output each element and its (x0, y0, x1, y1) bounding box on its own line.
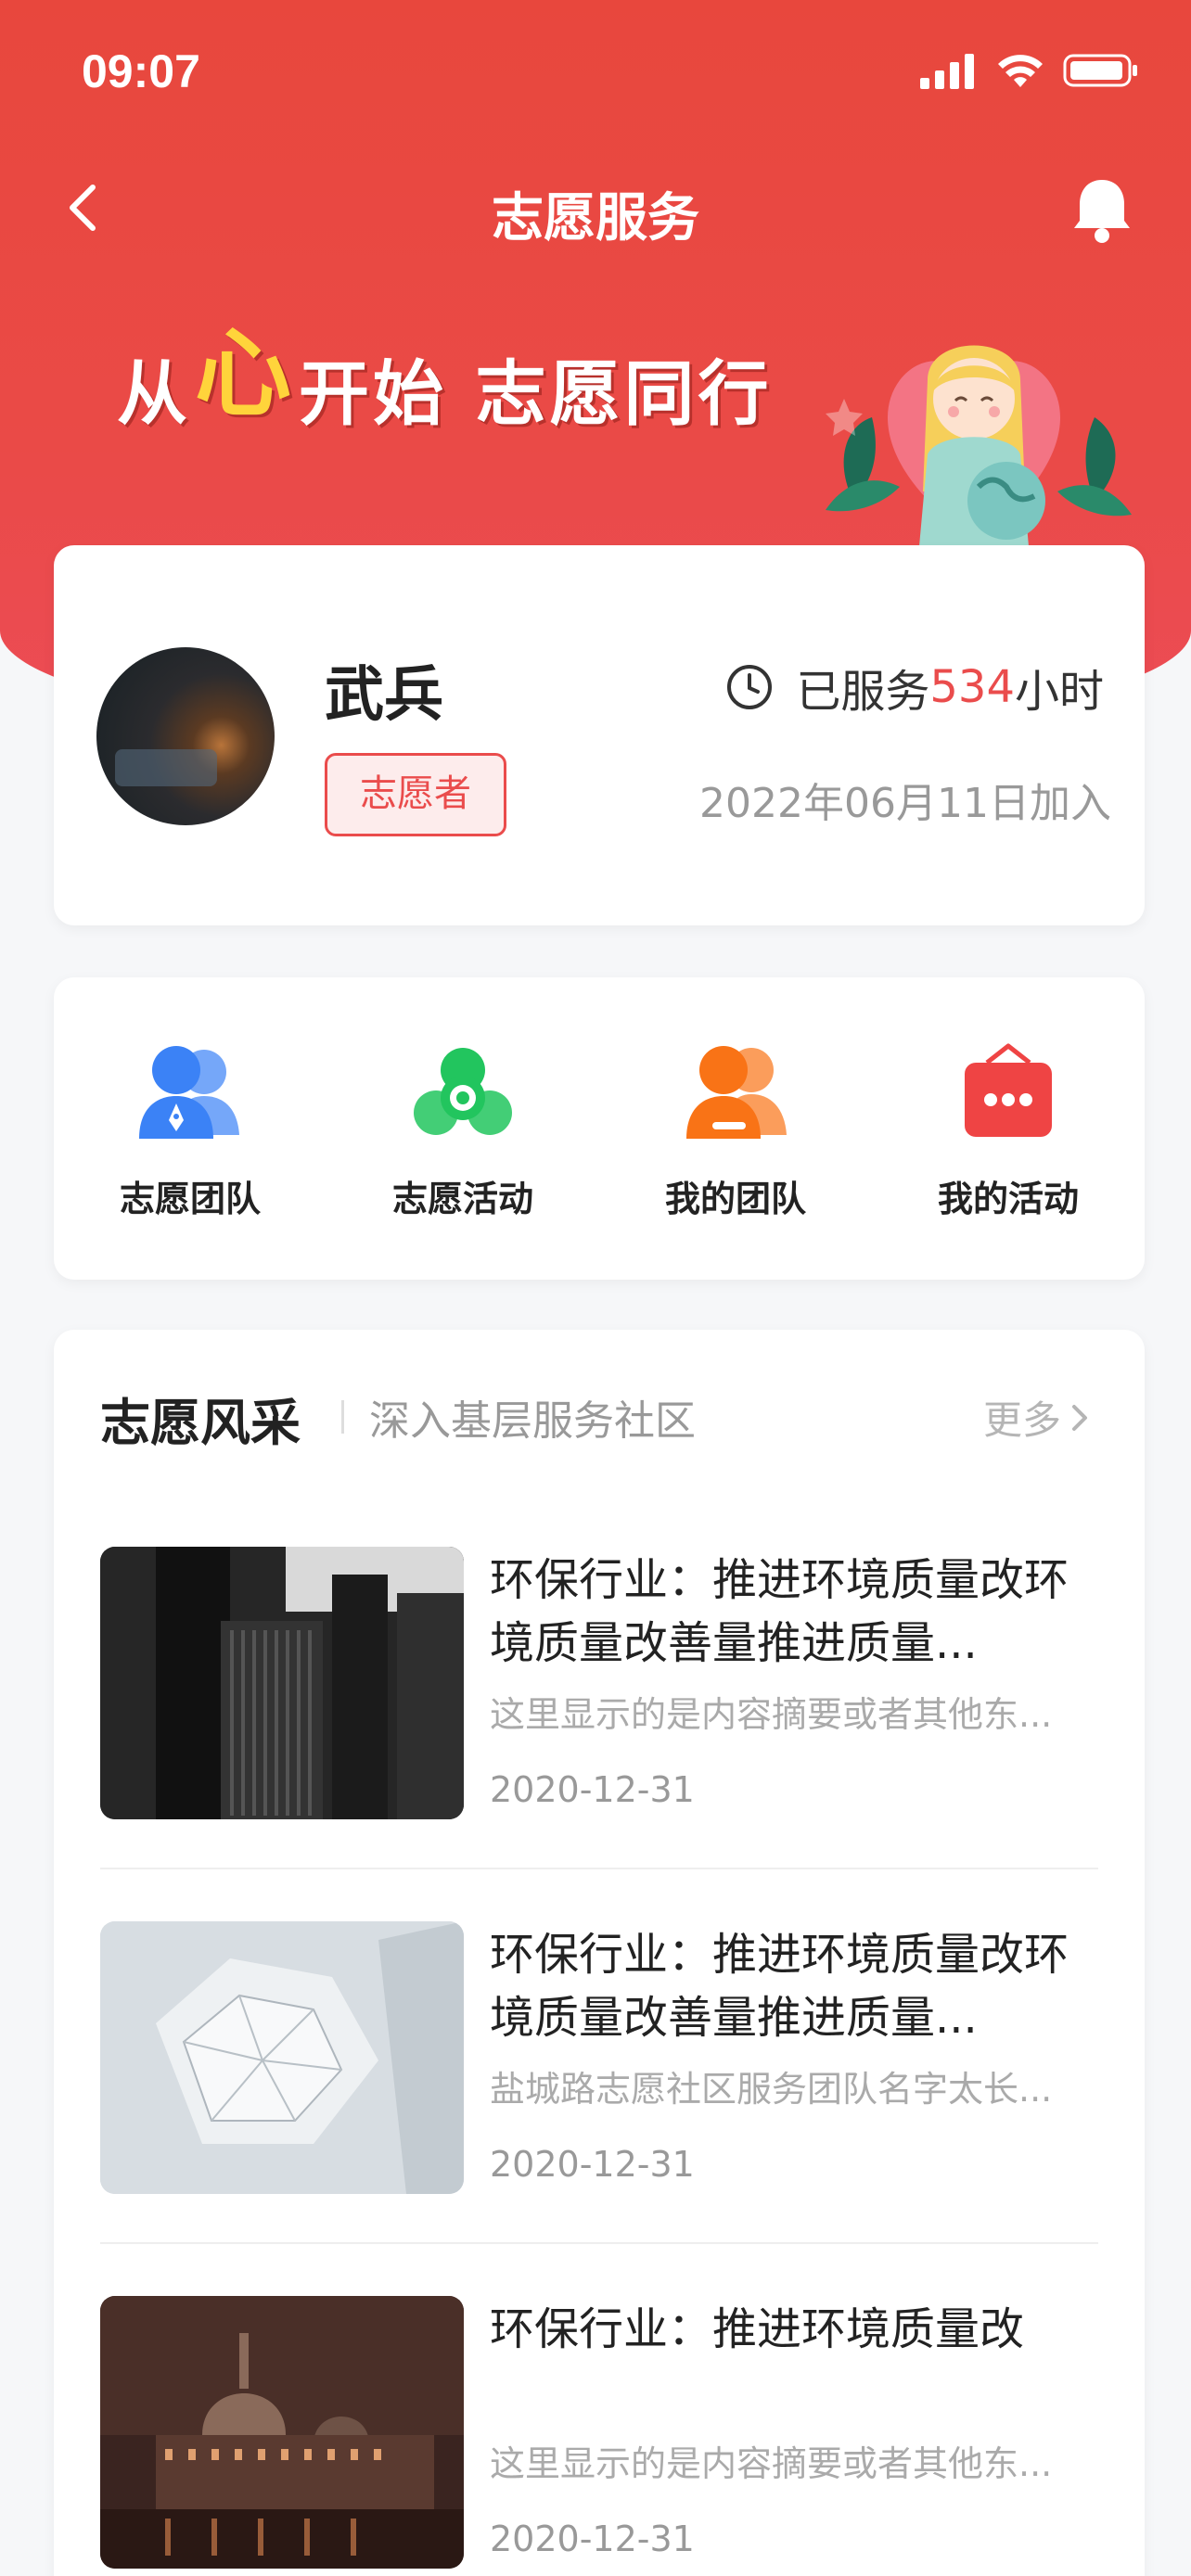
news-thumbnail-night-city (100, 2296, 464, 2569)
volunteer-mascot-illustration (826, 345, 1132, 556)
slogan-part1: 从 (117, 352, 191, 435)
clock-icon (727, 665, 773, 709)
menu-item-my-activity[interactable]: 我的活动 (872, 977, 1145, 1280)
news-summary: 这里显示的是内容摘要或者其他东... (490, 2443, 1053, 2484)
activity-icon (414, 1048, 512, 1135)
volunteer-showcase-section: 志愿风采 深入基层服务社区 更多 环保行业：推进环境质量改环境质量改善量推进质量… (54, 1330, 1145, 2576)
section-subtitle: 深入基层服务社区 (369, 1397, 696, 1445)
page-title: 志愿服务 (492, 188, 699, 249)
news-date: 2020-12-31 (490, 1769, 695, 1810)
menu-label: 志愿团队 (119, 1179, 261, 1219)
status-bar: 09:07 (0, 37, 1191, 111)
news-item[interactable]: 环保行业：推进环境质量改环境质量改善量推进质量... 这里显示的是内容摘要或者其… (100, 1547, 1098, 1862)
section-header: 志愿风采 深入基层服务社区 更多 (100, 1382, 1098, 1456)
menu-item-volunteer-activity[interactable]: 志愿活动 (327, 977, 599, 1280)
news-title: 环保行业：推进环境质量改环境质量改善量推进质量... (490, 1554, 1069, 1669)
service-hours: 已服务 534 小时 (725, 655, 1104, 720)
news-date: 2020-12-31 (490, 2144, 695, 2185)
hours-suffix: 小时 (1014, 666, 1104, 718)
news-summary: 盐城路志愿社区服务团队名字太长... (490, 2069, 1053, 2110)
signal-icon (920, 54, 974, 89)
divider (100, 2242, 1098, 2244)
status-time: 09:07 (82, 45, 200, 97)
news-thumbnail-architecture (100, 1921, 464, 2194)
news-title: 环保行业：推进环境质量改 (490, 2303, 1025, 2355)
my-activity-icon (965, 1043, 1052, 1137)
more-label: 更多 (982, 1397, 1061, 1443)
slogan-part2: 开始 志愿同行 (299, 352, 773, 435)
avatar[interactable] (96, 647, 275, 825)
divider (100, 1868, 1098, 1869)
hours-prefix: 已服务 (796, 666, 930, 718)
battery-icon (1063, 54, 1137, 87)
wifi-icon (998, 55, 1043, 87)
bell-icon[interactable] (1069, 174, 1135, 245)
section-title: 志愿风采 (100, 1394, 301, 1452)
news-date: 2020-12-31 (490, 2519, 695, 2559)
chevron-right-icon (1072, 1404, 1087, 1431)
menu-item-my-team[interactable]: 我的团队 (599, 977, 872, 1280)
news-item[interactable]: 环保行业：推进环境质量改 这里显示的是内容摘要或者其他东... 2020-12-… (100, 2296, 1098, 2576)
status-icons (920, 52, 1139, 89)
section-divider (341, 1400, 344, 1434)
join-date: 2022年06月11日加入 (699, 780, 1111, 827)
team-icon (139, 1046, 239, 1139)
slogan-heart: 心 (195, 317, 296, 430)
news-item[interactable]: 环保行业：推进环境质量改环境质量改善量推进质量... 盐城路志愿社区服务团队名字… (100, 1921, 1098, 2237)
nav-bar: 志愿服务 (0, 167, 1191, 250)
menu-label: 志愿活动 (391, 1179, 533, 1219)
menu-item-volunteer-team[interactable]: 志愿团队 (54, 977, 327, 1280)
news-title: 环保行业：推进环境质量改环境质量改善量推进质量... (490, 1929, 1069, 2044)
news-thumbnail-buildings (100, 1547, 464, 1819)
hours-value: 534 (929, 661, 1015, 713)
my-team-icon (686, 1046, 787, 1139)
user-name: 武兵 (325, 661, 443, 730)
banner-slogan: 从心开始 志愿同行 (117, 306, 772, 436)
menu-label: 我的活动 (937, 1179, 1079, 1219)
role-badge: 志愿者 (325, 753, 506, 836)
news-summary: 这里显示的是内容摘要或者其他东... (490, 1694, 1053, 1735)
menu-label: 我的团队 (664, 1179, 806, 1219)
profile-card: 武兵 志愿者 已服务 534 小时 2022年06月11日加入 (54, 545, 1145, 925)
more-link[interactable]: 更多 (983, 1389, 1089, 1446)
quick-menu: 志愿团队 志愿活动 我的团队 我的活动 (54, 977, 1145, 1280)
